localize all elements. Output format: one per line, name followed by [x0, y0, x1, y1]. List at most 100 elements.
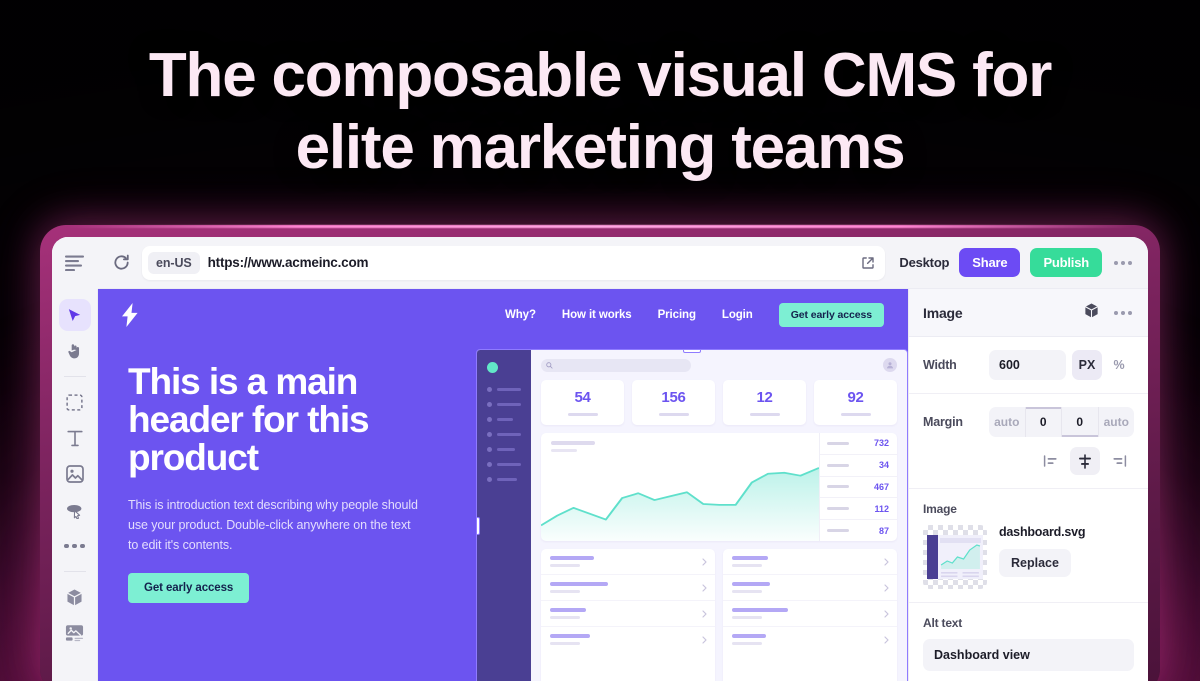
stat-value: 87	[878, 525, 889, 536]
align-left-icon[interactable]	[1036, 447, 1066, 475]
rail-divider	[63, 376, 86, 377]
area-chart	[541, 433, 819, 541]
margin-label: Margin	[923, 415, 963, 429]
inspector-header-actions	[1083, 302, 1134, 324]
list-item	[541, 627, 715, 652]
nav-link-how-it-works[interactable]: How it works	[562, 309, 632, 321]
list-item	[723, 575, 897, 601]
list-item	[723, 601, 897, 627]
margin-top-input[interactable]: 0	[1025, 407, 1062, 437]
replace-image-button[interactable]: Replace	[999, 549, 1071, 577]
image-section: Image dashboard.svg Replace	[909, 489, 1148, 603]
headline-line-2: elite marketing teams	[295, 113, 906, 182]
url-text[interactable]: https://www.acmeinc.com	[208, 255, 369, 270]
stat-row: 467	[820, 477, 897, 499]
kpi-value: 54	[574, 389, 591, 406]
kpi-value: 12	[756, 389, 773, 406]
resize-handle-top[interactable]	[683, 350, 701, 353]
hero-cta-button[interactable]: Get early access	[128, 573, 250, 603]
locale-chip[interactable]: en-US	[148, 251, 200, 274]
alt-text-label: Alt text	[923, 616, 963, 630]
stat-row: 112	[820, 498, 897, 521]
dashboard-nav-item	[487, 462, 521, 467]
dashboard-nav-item	[487, 387, 521, 392]
search-icon	[546, 361, 553, 369]
dashboard-sidebar	[477, 350, 531, 681]
select-tool[interactable]	[58, 299, 91, 331]
list-item	[541, 549, 715, 575]
dashboard-search-input[interactable]	[541, 358, 691, 372]
margin-bottom-input[interactable]: 0	[1062, 407, 1099, 437]
image-file-meta: dashboard.svg Replace	[999, 525, 1086, 577]
nav-link-login[interactable]: Login	[722, 309, 753, 321]
tool-rail	[52, 289, 98, 681]
stat-row: 34	[820, 455, 897, 477]
dashboard-nav-item	[487, 432, 521, 437]
alt-text-input[interactable]: Dashboard view	[923, 639, 1134, 671]
page-title: The composable visual CMS for elite mark…	[0, 40, 1200, 184]
width-label: Width	[923, 358, 957, 372]
toolbar-actions: Desktop Share Publish	[899, 248, 1134, 277]
dashboard-nav-item	[487, 417, 521, 422]
image-thumbnail[interactable]	[923, 525, 987, 589]
stat-row: 87	[820, 520, 897, 541]
align-right-icon[interactable]	[1104, 447, 1134, 475]
width-section: Width 600 PX %	[909, 337, 1148, 394]
external-link-icon[interactable]	[859, 256, 877, 270]
dashboard-logo-dot	[487, 362, 498, 373]
chevron-right-icon	[702, 583, 707, 592]
align-controls	[923, 447, 1134, 475]
margin-section: Margin auto 0 0 auto	[909, 394, 1148, 489]
margin-left-input[interactable]: auto	[989, 407, 1026, 437]
dashboard-list	[723, 549, 897, 681]
align-center-icon[interactable]	[1070, 447, 1100, 475]
margin-right-input[interactable]: auto	[1098, 407, 1134, 437]
hero-paragraph[interactable]: This is introduction text describing why…	[128, 495, 418, 555]
rail-divider-2	[63, 571, 86, 572]
stat-value: 112	[874, 503, 889, 514]
browser-toolbar: en-US https://www.acmeinc.com Desktop Sh…	[52, 237, 1148, 289]
url-bar[interactable]: en-US https://www.acmeinc.com	[142, 245, 886, 280]
viewport-selector[interactable]: Desktop	[899, 255, 949, 270]
nav-link-why[interactable]: Why?	[505, 309, 536, 321]
unit-px-option[interactable]: PX	[1072, 350, 1102, 380]
reload-icon[interactable]	[104, 246, 138, 280]
cube-icon[interactable]	[1083, 302, 1100, 324]
component-tool[interactable]	[59, 581, 91, 613]
kpi-card: 92	[814, 380, 897, 425]
image-tool[interactable]	[59, 458, 91, 490]
section-tool[interactable]	[59, 386, 91, 418]
width-input[interactable]: 600	[989, 350, 1066, 380]
margin-inputs: auto 0 0 auto	[989, 407, 1134, 437]
kpi-card: 12	[723, 380, 806, 425]
stat-row: 732	[820, 433, 897, 455]
media-card-tool[interactable]	[59, 617, 91, 649]
dashboard-nav-item	[487, 402, 521, 407]
width-unit-toggle: PX %	[1072, 350, 1134, 380]
dashboard-image[interactable]: 54 156 12 92 732 34 467 112 87	[476, 349, 908, 681]
share-button[interactable]: Share	[959, 248, 1021, 277]
nav-link-pricing[interactable]: Pricing	[658, 309, 696, 321]
button-tool[interactable]	[59, 494, 91, 526]
resize-handle-left[interactable]	[477, 517, 480, 535]
hand-tool[interactable]	[59, 335, 91, 367]
unit-percent-option[interactable]: %	[1104, 350, 1134, 380]
more-tools-icon[interactable]	[59, 530, 91, 562]
dashboard-kpi-row: 54 156 12 92	[541, 380, 897, 425]
inspector-overflow-icon[interactable]	[1112, 305, 1134, 321]
kpi-value: 156	[661, 389, 686, 406]
text-tool[interactable]	[59, 422, 91, 454]
layers-icon[interactable]	[52, 237, 98, 289]
stat-value: 467	[873, 481, 889, 492]
website-canvas[interactable]: Why? How it works Pricing Login Get earl…	[98, 289, 908, 681]
dashboard-nav-item	[487, 447, 521, 452]
site-nav-links: Why? How it works Pricing Login Get earl…	[505, 303, 884, 327]
kpi-card: 156	[632, 380, 715, 425]
toolbar-overflow-icon[interactable]	[1112, 255, 1134, 271]
app-body: Why? How it works Pricing Login Get earl…	[52, 289, 1148, 681]
hero-heading[interactable]: This is a main header for this product	[128, 363, 398, 477]
publish-button[interactable]: Publish	[1030, 248, 1102, 277]
inspector-title: Image	[923, 304, 963, 321]
stat-value: 732	[873, 438, 889, 449]
nav-get-early-access-button[interactable]: Get early access	[778, 303, 884, 327]
